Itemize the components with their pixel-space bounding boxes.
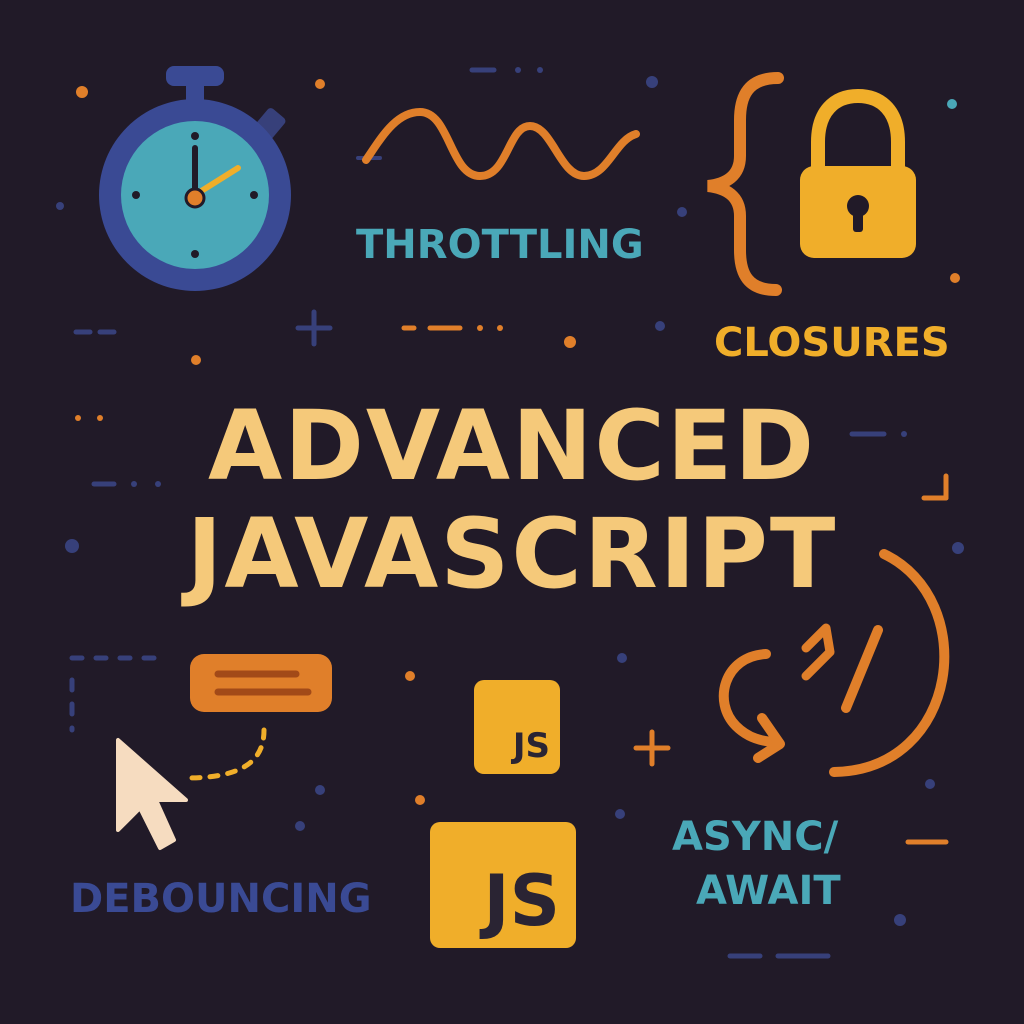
poster-canvas: JS JS THROTTLING CLOSURES ADVANCED JAVAS… [0, 0, 1024, 1024]
label-closures: CLOSURES [714, 320, 950, 366]
label-async-line-1: ASYNC/ [672, 814, 839, 860]
page-title-line-1: ADVANCED [207, 390, 817, 502]
js-badge-large-label: JS [483, 860, 560, 942]
label-debouncing: DEBOUNCING [70, 876, 372, 922]
js-badge-small-label: JS [512, 726, 550, 766]
label-async-line-2: AWAIT [696, 868, 841, 914]
js-badge-small: JS [474, 680, 560, 774]
label-throttling: THROTTLING [356, 222, 644, 268]
js-badge-large: JS [430, 822, 576, 948]
page-title-line-2: JAVASCRIPT [186, 498, 838, 610]
